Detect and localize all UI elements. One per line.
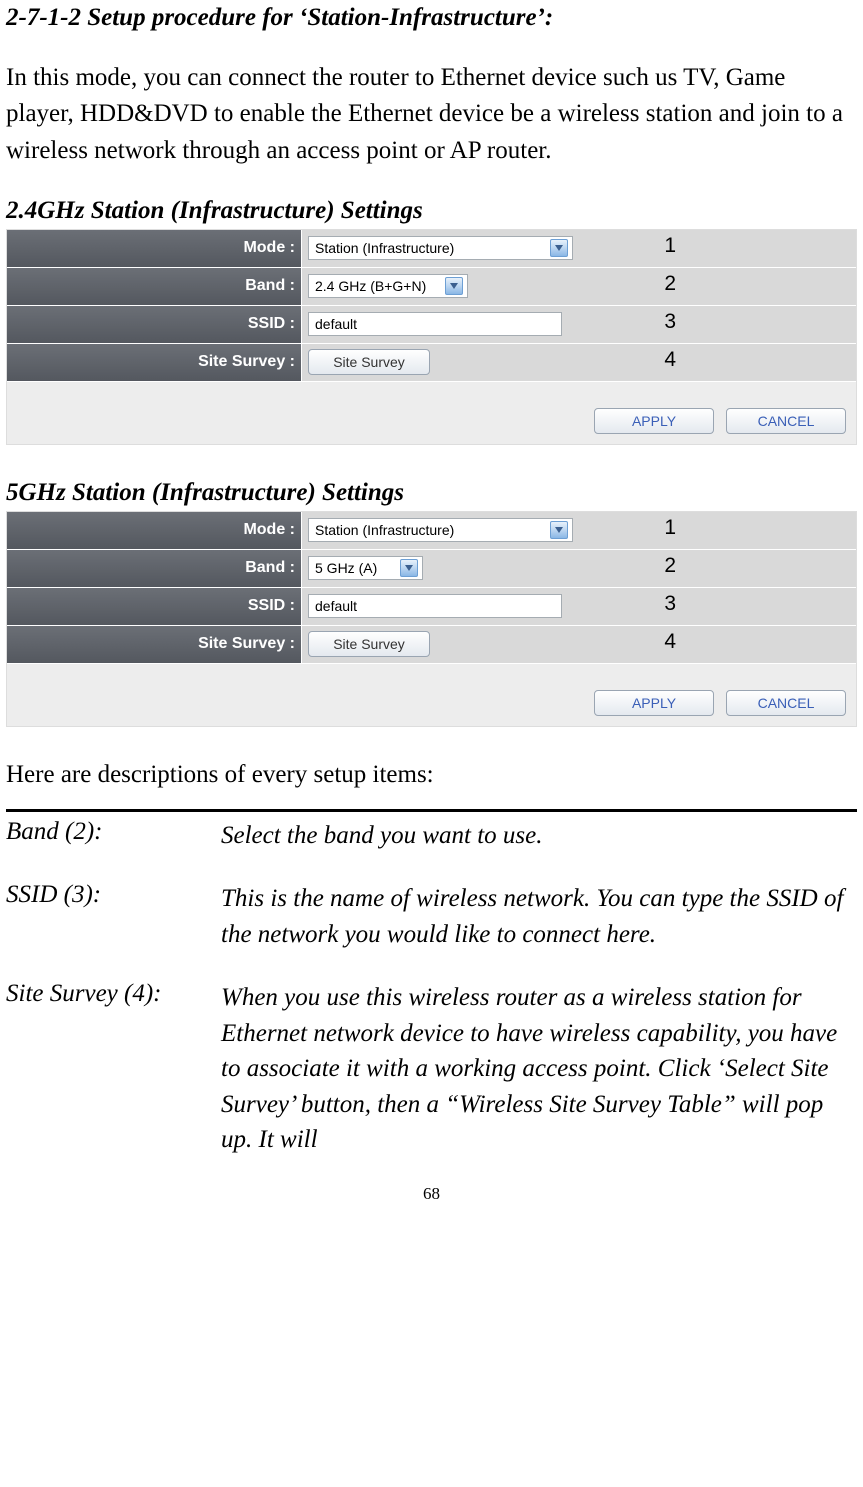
field-ssid: default 3 — [302, 306, 856, 343]
field-site-survey: Site Survey 4 — [302, 344, 856, 381]
definitions-list: Band (2): Select the band you want to us… — [6, 818, 857, 1158]
row-band: Band : 2.4 GHz (B+G+N) 2 — [7, 268, 856, 306]
label-band: Band : — [7, 268, 302, 305]
subheading-5ghz: 5GHz Station (Infrastructure) Settings — [6, 479, 857, 507]
label-ssid: SSID : — [7, 588, 302, 625]
chevron-down-icon — [550, 521, 568, 539]
def-term-band: Band (2): — [6, 818, 221, 854]
site-survey-button[interactable]: Site Survey — [308, 349, 430, 375]
field-site-survey: Site Survey 4 — [302, 626, 856, 663]
chevron-down-icon — [550, 239, 568, 257]
label-site-survey: Site Survey : — [7, 626, 302, 663]
callout-2: 2 — [664, 272, 676, 296]
label-band: Band : — [7, 550, 302, 587]
settings-panel-24ghz: Mode : Station (Infrastructure) 1 Band :… — [6, 229, 857, 445]
ssid-input[interactable]: default — [308, 312, 562, 336]
row-ssid: SSID : default 3 — [7, 588, 856, 626]
callout-2: 2 — [664, 554, 676, 578]
band-select-value: 5 GHz (A) — [315, 560, 377, 576]
row-ssid: SSID : default 3 — [7, 306, 856, 344]
subheading-24ghz: 2.4GHz Station (Infrastructure) Settings — [6, 197, 857, 225]
apply-button[interactable]: APPLY — [594, 690, 714, 716]
mode-select-value: Station (Infrastructure) — [315, 522, 454, 538]
row-site-survey: Site Survey : Site Survey 4 — [7, 626, 856, 664]
label-mode: Mode : — [7, 230, 302, 267]
mode-select[interactable]: Station (Infrastructure) — [308, 236, 573, 260]
def-desc-band: Select the band you want to use. — [221, 818, 857, 854]
row-mode: Mode : Station (Infrastructure) 1 — [7, 230, 856, 268]
mode-select[interactable]: Station (Infrastructure) — [308, 518, 573, 542]
chevron-down-icon — [400, 559, 418, 577]
def-site-survey: Site Survey (4): When you use this wirel… — [6, 980, 857, 1158]
row-mode: Mode : Station (Infrastructure) 1 — [7, 512, 856, 550]
section-heading: 2-7-1-2 Setup procedure for ‘Station-Inf… — [6, 4, 857, 32]
panel-footer: APPLY CANCEL — [7, 664, 856, 726]
field-band: 5 GHz (A) 2 — [302, 550, 856, 587]
site-survey-button[interactable]: Site Survey — [308, 631, 430, 657]
def-band: Band (2): Select the band you want to us… — [6, 818, 857, 854]
label-site-survey: Site Survey : — [7, 344, 302, 381]
intro-paragraph: In this mode, you can connect the router… — [6, 60, 857, 169]
callout-4: 4 — [664, 630, 676, 654]
ssid-input[interactable]: default — [308, 594, 562, 618]
label-mode: Mode : — [7, 512, 302, 549]
field-ssid: default 3 — [302, 588, 856, 625]
field-mode: Station (Infrastructure) 1 — [302, 230, 856, 267]
callout-1: 1 — [664, 516, 676, 540]
chevron-down-icon — [445, 277, 463, 295]
def-desc-ssid: This is the name of wireless network. Yo… — [221, 881, 857, 952]
row-site-survey: Site Survey : Site Survey 4 — [7, 344, 856, 382]
band-select[interactable]: 2.4 GHz (B+G+N) — [308, 274, 468, 298]
cancel-button[interactable]: CANCEL — [726, 408, 846, 434]
def-ssid: SSID (3): This is the name of wireless n… — [6, 881, 857, 952]
settings-panel-5ghz: Mode : Station (Infrastructure) 1 Band :… — [6, 511, 857, 727]
mode-select-value: Station (Infrastructure) — [315, 240, 454, 256]
field-mode: Station (Infrastructure) 1 — [302, 512, 856, 549]
callout-3: 3 — [664, 592, 676, 616]
def-term-site-survey: Site Survey (4): — [6, 980, 221, 1158]
callout-3: 3 — [664, 310, 676, 334]
descriptions-intro: Here are descriptions of every setup ite… — [6, 761, 857, 789]
band-select-value: 2.4 GHz (B+G+N) — [315, 278, 426, 294]
band-select[interactable]: 5 GHz (A) — [308, 556, 423, 580]
page-number: 68 — [6, 1184, 857, 1204]
apply-button[interactable]: APPLY — [594, 408, 714, 434]
callout-1: 1 — [664, 234, 676, 258]
def-desc-site-survey: When you use this wireless router as a w… — [221, 980, 857, 1158]
field-band: 2.4 GHz (B+G+N) 2 — [302, 268, 856, 305]
divider — [6, 809, 857, 812]
cancel-button[interactable]: CANCEL — [726, 690, 846, 716]
label-ssid: SSID : — [7, 306, 302, 343]
callout-4: 4 — [664, 348, 676, 372]
panel-footer: APPLY CANCEL — [7, 382, 856, 444]
row-band: Band : 5 GHz (A) 2 — [7, 550, 856, 588]
def-term-ssid: SSID (3): — [6, 881, 221, 952]
